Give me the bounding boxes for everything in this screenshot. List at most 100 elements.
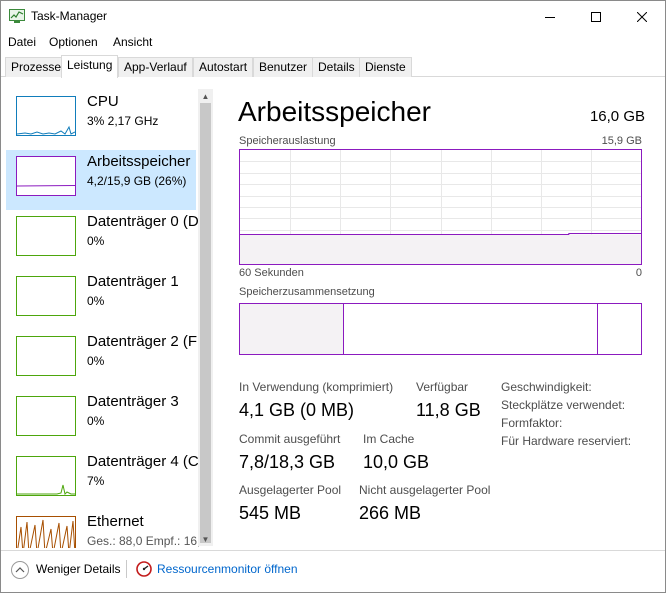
composition-in-use[interactable] [240, 304, 344, 354]
detail-slots-label: Steckplätze verwendet: [501, 398, 626, 412]
fewer-details-link[interactable]: Weniger Details [36, 562, 120, 576]
scroll-up-icon[interactable]: ▲ [198, 89, 213, 103]
memory-detail-panel: Arbeitsspeicher 16,0 GB Speicherauslastu… [214, 78, 665, 548]
stat-label-non-paged-pool: Nicht ausgelagerter Pool [359, 483, 491, 497]
sidebar-item-ethernet[interactable]: Ethernet Ges.: 88,0 Empf.: 16,0 [6, 510, 207, 548]
detail-reserved-label: Für Hardware reserviert: [501, 434, 632, 448]
footer-separator [126, 560, 127, 578]
menu-view[interactable]: Ansicht [113, 35, 152, 49]
title-bar[interactable]: Task-Manager [1, 1, 665, 32]
sidebar-item-label: Ethernet [87, 513, 144, 530]
tab-bar: Prozesse Leistung App-Verlauf Autostart … [1, 55, 665, 78]
usage-graph-max: 15,9 GB [601, 135, 642, 147]
sidebar-item-label: Datenträger 0 (D [87, 213, 199, 230]
disk-thumbnail-graph [16, 396, 76, 436]
sidebar-item-value: 0% [87, 234, 105, 248]
stat-value-committed: 7,8/18,3 GB [239, 452, 336, 472]
resource-sidebar: CPU 3% 2,17 GHz Arbeitsspeicher 4,2/15,9… [2, 78, 213, 548]
tab-services[interactable]: Dienste [359, 57, 412, 77]
disk-thumbnail-graph [16, 456, 76, 496]
tab-details[interactable]: Details [312, 57, 361, 77]
page-title: Arbeitsspeicher [238, 96, 431, 127]
memory-usage-graph [239, 149, 642, 265]
sidebar-item-label: Datenträger 3 [87, 393, 179, 410]
detail-form-factor-label: Formfaktor: [501, 416, 563, 430]
sidebar-item-label: Datenträger 2 (F [87, 333, 198, 350]
stat-value-paged-pool: 545 MB [239, 503, 302, 523]
usage-graph-label: Speicherauslastung [239, 135, 336, 147]
disk-sparkline [17, 484, 75, 495]
sidebar-item-label: Datenträger 1 [87, 273, 179, 290]
memory-usage-chart [240, 150, 641, 264]
memory-sparkline [17, 185, 75, 187]
time-axis-right: 0 [635, 267, 642, 279]
detail-speed-label: Geschwindigkeit: [501, 380, 592, 394]
ethernet-sparkline [17, 519, 75, 548]
stat-label-available: Verfügbar [416, 380, 469, 394]
task-manager-icon [9, 9, 25, 23]
sidebar-item-cpu[interactable]: CPU 3% 2,17 GHz [6, 90, 196, 150]
scrollbar-thumb[interactable] [200, 103, 211, 543]
menu-file[interactable]: Datei [8, 35, 36, 49]
ethernet-thumbnail-graph [16, 516, 76, 548]
disk-thumbnail-graph [16, 276, 76, 316]
sidebar-item-value: 4,2/15,9 GB (26%) [87, 174, 187, 188]
stat-value-available: 11,8 GB [416, 400, 481, 420]
sidebar-item-value: 3% 2,17 GHz [87, 114, 159, 128]
time-axis-left: 60 Sekunden [239, 267, 304, 279]
sidebar-item-memory[interactable]: Arbeitsspeicher 4,2/15,9 GB (26%) [6, 150, 196, 210]
sidebar-item-disk-2[interactable]: Datenträger 2 (F 0% [6, 330, 198, 390]
minimize-button[interactable] [527, 1, 573, 32]
sidebar-item-value: 7% [87, 474, 105, 488]
sidebar-item-value: Ges.: 88,0 Empf.: 16,0 [87, 534, 208, 548]
usage-line [240, 233, 641, 235]
memory-thumbnail-graph [16, 156, 76, 196]
usage-area [240, 234, 641, 264]
sidebar-item-disk-4[interactable]: Datenträger 4 (C 7% [6, 450, 199, 510]
memory-composition-bar [239, 303, 642, 355]
sidebar-scrollbar[interactable]: ▲ ▼ [198, 89, 213, 546]
footer-bar: Weniger Details Ressourcenmonitor öffnen [1, 550, 665, 592]
stat-value-in-use: 4,1 GB (0 MB) [239, 400, 355, 420]
tab-startup[interactable]: Autostart [193, 57, 254, 77]
stat-label-cached: Im Cache [363, 432, 415, 446]
tab-users[interactable]: Benutzer [253, 57, 314, 77]
sidebar-item-label: Datenträger 4 (C [87, 453, 199, 470]
resource-monitor-icon[interactable] [136, 561, 152, 577]
sidebar-item-disk-3[interactable]: Datenträger 3 0% [6, 390, 196, 450]
sidebar-item-disk-1[interactable]: Datenträger 1 0% [6, 270, 196, 330]
disk-thumbnail-graph [16, 216, 76, 256]
sidebar-item-value: 0% [87, 354, 105, 368]
open-resource-monitor-link[interactable]: Ressourcenmonitor öffnen [157, 562, 298, 576]
fewer-details-button[interactable] [11, 561, 29, 579]
stat-label-paged-pool: Ausgelagerter Pool [239, 483, 342, 497]
composition-standby[interactable] [345, 304, 598, 354]
tab-performance[interactable]: Leistung [61, 55, 119, 78]
disk-thumbnail-graph [16, 336, 76, 376]
sidebar-item-value: 0% [87, 294, 105, 308]
cpu-thumbnail-graph [16, 96, 76, 136]
minimize-icon [545, 16, 555, 18]
tab-app-history[interactable]: App-Verlauf [118, 57, 193, 77]
tab-processes[interactable]: Prozesse [5, 57, 68, 77]
window-title: Task-Manager [31, 9, 108, 23]
scroll-down-icon[interactable]: ▼ [198, 532, 213, 546]
sidebar-item-label: Arbeitsspeicher [87, 153, 191, 170]
stat-value-non-paged-pool: 266 MB [359, 503, 422, 523]
memory-total: 16,0 GB [589, 108, 645, 125]
composition-label: Speicherzusammensetzung [239, 286, 375, 298]
stat-label-in-use: In Verwendung (komprimiert) [239, 380, 394, 394]
menu-bar: Datei Optionen Ansicht [1, 32, 665, 52]
close-icon [637, 11, 647, 22]
sidebar-item-value: 0% [87, 414, 105, 428]
task-manager-window: Task-Manager Datei Optionen Ansicht Proz… [0, 0, 666, 593]
sidebar-item-disk-0[interactable]: Datenträger 0 (D 0% [6, 210, 199, 270]
cpu-sparkline [17, 125, 75, 135]
maximize-button[interactable] [573, 1, 619, 32]
stat-value-cached: 10,0 GB [363, 452, 430, 472]
composition-free[interactable] [599, 304, 641, 354]
close-button[interactable] [619, 1, 665, 32]
stat-label-committed: Commit ausgeführt [239, 432, 341, 446]
maximize-icon [591, 11, 601, 22]
menu-options[interactable]: Optionen [49, 35, 98, 49]
